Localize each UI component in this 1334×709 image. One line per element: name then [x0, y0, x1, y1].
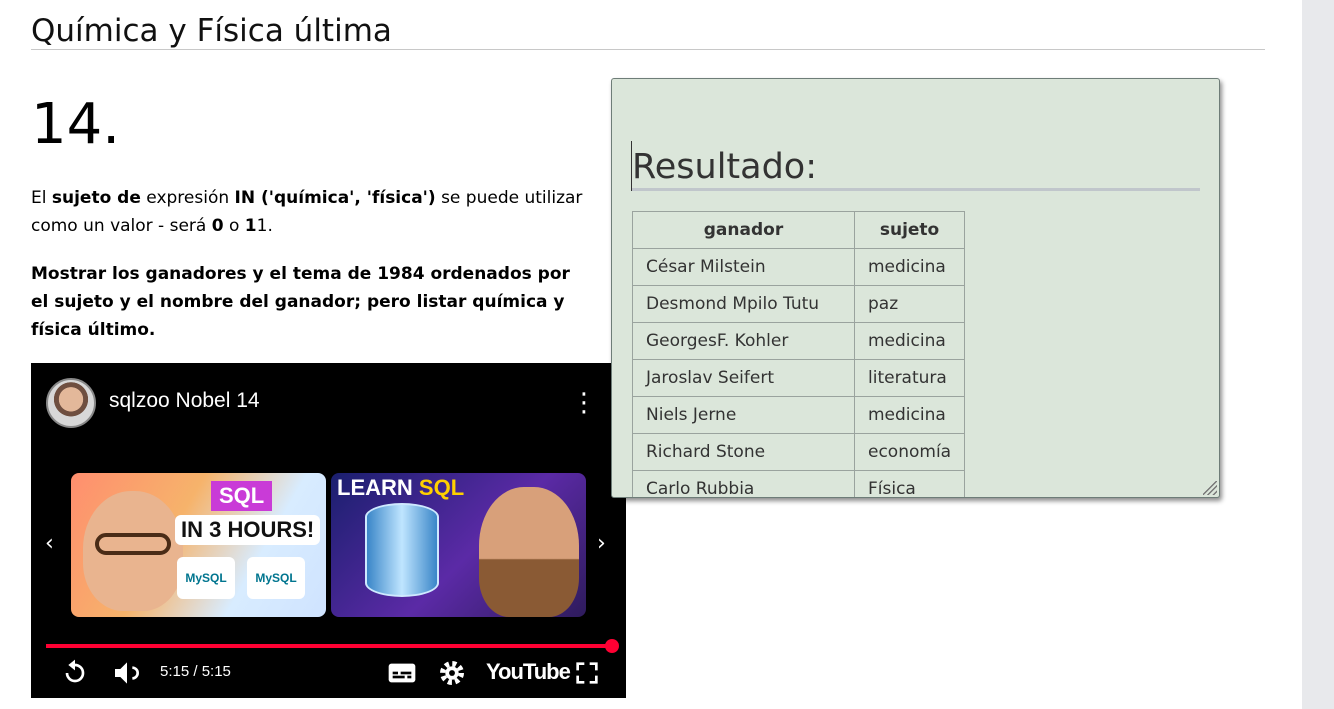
replay-icon[interactable]	[59, 657, 91, 689]
table-row: Niels Jerne medicina	[632, 396, 966, 434]
progress-bar[interactable]	[46, 644, 612, 648]
result-table: ganador sujeto César Milstein medicina De…	[632, 211, 966, 497]
channel-avatar[interactable]	[46, 378, 96, 428]
chevron-left-icon[interactable]: ‹	[45, 531, 54, 556]
more-vert-icon[interactable]: ⋮	[571, 385, 597, 421]
desc-part: 1	[244, 216, 257, 236]
table-row: Carlo Rubbia Física	[632, 470, 966, 497]
resize-grip-icon[interactable]	[1203, 481, 1217, 495]
subtitles-icon[interactable]	[386, 657, 418, 689]
desc-part: sujeto de	[51, 188, 141, 208]
video-time: 5:15 / 5:15	[160, 663, 231, 680]
cell-sujeto: medicina	[853, 396, 966, 434]
question-task: Mostrar los ganadores y el tema de 1984 …	[31, 264, 570, 340]
cell-sujeto: paz	[853, 285, 966, 323]
related-video-thumbnail[interactable]: SQL IN 3 HOURS! MySQL MySQL	[71, 473, 326, 617]
related-video-thumbnail[interactable]: LEARN SQL	[331, 473, 586, 617]
desc-part: 1.	[256, 216, 273, 236]
table-row: Desmond Mpilo Tutu paz	[632, 285, 966, 323]
table-row: Richard Stone economía	[632, 433, 966, 471]
desc-part: IN ('química', 'física')	[234, 188, 436, 208]
mysql-logo: MySQL	[247, 557, 305, 599]
chevron-right-icon[interactable]: ›	[597, 531, 606, 556]
desc-part: o	[223, 216, 245, 236]
glasses-illustration	[95, 533, 171, 555]
person-illustration	[479, 487, 579, 617]
video-player[interactable]: sqlzoo Nobel 14 ⋮ ‹ SQL IN 3 HOURS! MySQ…	[31, 363, 626, 698]
cell-ganador: César Milstein	[632, 248, 855, 286]
database-icon	[365, 503, 439, 597]
thumb-sql-label: SQL	[211, 481, 273, 511]
question-number: 14.	[31, 92, 121, 157]
cell-sujeto: Física	[853, 470, 966, 497]
question-description: El sujeto de expresión IN ('química', 'f…	[31, 184, 591, 240]
video-title[interactable]: sqlzoo Nobel 14	[109, 389, 260, 413]
cell-ganador: GeorgesF. Kohler	[632, 322, 855, 360]
desc-part: expresión	[140, 188, 235, 208]
table-header-row: ganador sujeto	[632, 211, 966, 249]
table-row: Jaroslav Seifert literatura	[632, 359, 966, 397]
column-header: sujeto	[853, 211, 966, 249]
fullscreen-icon[interactable]	[571, 657, 603, 689]
cell-sujeto: medicina	[853, 248, 966, 286]
result-panel[interactable]: Resultado: ganador sujeto César Milstein…	[611, 78, 1220, 498]
cell-sujeto: medicina	[853, 322, 966, 360]
volume-icon[interactable]	[111, 657, 143, 689]
cell-sujeto: literatura	[853, 359, 966, 397]
cell-sujeto: economía	[853, 433, 966, 471]
cell-ganador: Jaroslav Seifert	[632, 359, 855, 397]
settings-icon[interactable]	[436, 657, 468, 689]
desc-part: El	[31, 188, 52, 208]
mysql-logo: MySQL	[177, 557, 235, 599]
thumb-learn-text: LEARN	[337, 475, 413, 500]
scrollbar-gutter[interactable]	[1302, 0, 1334, 709]
cell-ganador: Niels Jerne	[632, 396, 855, 434]
table-row: César Milstein medicina	[632, 248, 966, 286]
thumb-learn-label: LEARN SQL	[337, 475, 464, 501]
cell-ganador: Richard Stone	[632, 433, 855, 471]
column-header: ganador	[632, 211, 855, 249]
cell-ganador: Carlo Rubbia	[632, 470, 855, 497]
table-row: GeorgesF. Kohler medicina	[632, 322, 966, 360]
desc-part: 0	[211, 216, 224, 236]
cell-ganador: Desmond Mpilo Tutu	[632, 285, 855, 323]
thumb-hours-label: IN 3 HOURS!	[175, 515, 321, 545]
result-title: Resultado:	[632, 145, 1200, 191]
progress-fill	[46, 644, 612, 648]
section-title: Química y Física última	[31, 12, 1265, 50]
youtube-logo[interactable]: YouTube	[486, 659, 571, 685]
thumb-sql-label: SQL	[418, 475, 465, 500]
progress-scrubber[interactable]	[605, 639, 619, 653]
